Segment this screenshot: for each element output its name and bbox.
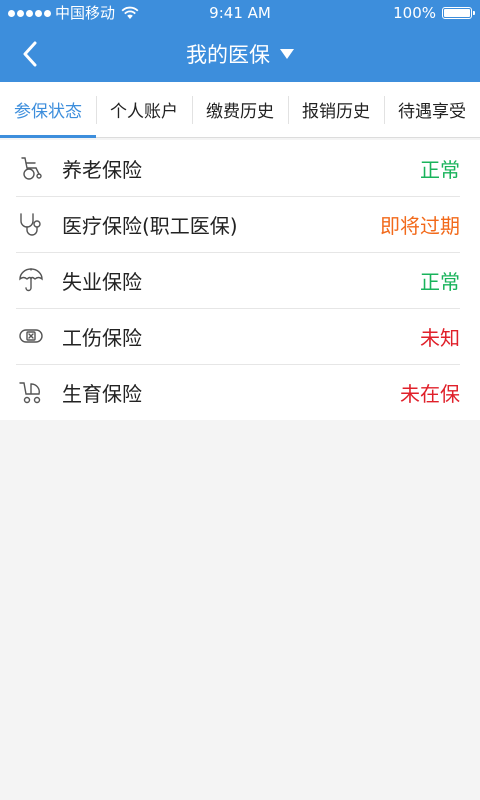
- tab-label: 缴费历史: [206, 102, 274, 122]
- insurance-name: 医疗保险(职工医保): [62, 213, 238, 238]
- wheelchair-icon: [16, 153, 46, 183]
- nav-title-dropdown[interactable]: 我的医保: [0, 26, 480, 82]
- tab-payment-history[interactable]: 缴费历史: [192, 82, 288, 137]
- insurance-row-unemployment[interactable]: 失业保险 正常: [0, 252, 480, 308]
- insurance-status: 即将过期: [380, 213, 460, 238]
- insurance-row-pension[interactable]: 养老保险 正常: [0, 140, 480, 196]
- tab-personal-account[interactable]: 个人账户: [96, 82, 192, 137]
- tab-label: 待遇享受: [398, 102, 466, 122]
- insurance-row-maternity[interactable]: 生育保险 未在保: [0, 364, 480, 420]
- caret-down-icon: [280, 49, 294, 59]
- tab-label: 个人账户: [110, 102, 178, 122]
- stethoscope-icon: [16, 209, 46, 239]
- battery-icon: [442, 7, 475, 19]
- insurance-row-medical[interactable]: 医疗保险(职工医保) 即将过期: [0, 196, 480, 252]
- status-bar: 中国移动 9:41 AM 100%: [0, 0, 480, 26]
- umbrella-icon: [16, 265, 46, 295]
- battery-percent: 100%: [393, 4, 436, 22]
- screen: 中国移动 9:41 AM 100% 我的医保 参保状态 个人账户 缴费历史 报销…: [0, 0, 480, 800]
- insurance-name: 工伤保险: [62, 325, 142, 350]
- status-right: 100%: [393, 0, 475, 26]
- insurance-name: 养老保险: [62, 157, 142, 182]
- tab-label: 报销历史: [302, 102, 370, 122]
- nav-bar: 我的医保: [0, 26, 480, 82]
- insurance-status: 未在保: [400, 381, 460, 406]
- insurance-name: 生育保险: [62, 381, 142, 406]
- page-title: 我的医保: [186, 43, 270, 67]
- tab-label: 参保状态: [14, 102, 82, 122]
- bandage-icon: [16, 321, 46, 351]
- tab-bar: 参保状态 个人账户 缴费历史 报销历史 待遇享受: [0, 82, 480, 138]
- insurance-list: 养老保险 正常 医疗保险(职工医保) 即将过期 失业保险 正常 工伤保险 未知 …: [0, 140, 480, 420]
- insurance-status: 未知: [420, 325, 460, 350]
- insurance-name: 失业保险: [62, 269, 142, 294]
- insurance-row-work-injury[interactable]: 工伤保险 未知: [0, 308, 480, 364]
- insurance-status: 正常: [420, 269, 460, 294]
- tab-enrollment-status[interactable]: 参保状态: [0, 82, 96, 138]
- tab-reimbursement-history[interactable]: 报销历史: [288, 82, 384, 137]
- insurance-status: 正常: [420, 157, 460, 182]
- baby-stroller-icon: [16, 377, 46, 407]
- tab-benefits[interactable]: 待遇享受: [384, 82, 480, 137]
